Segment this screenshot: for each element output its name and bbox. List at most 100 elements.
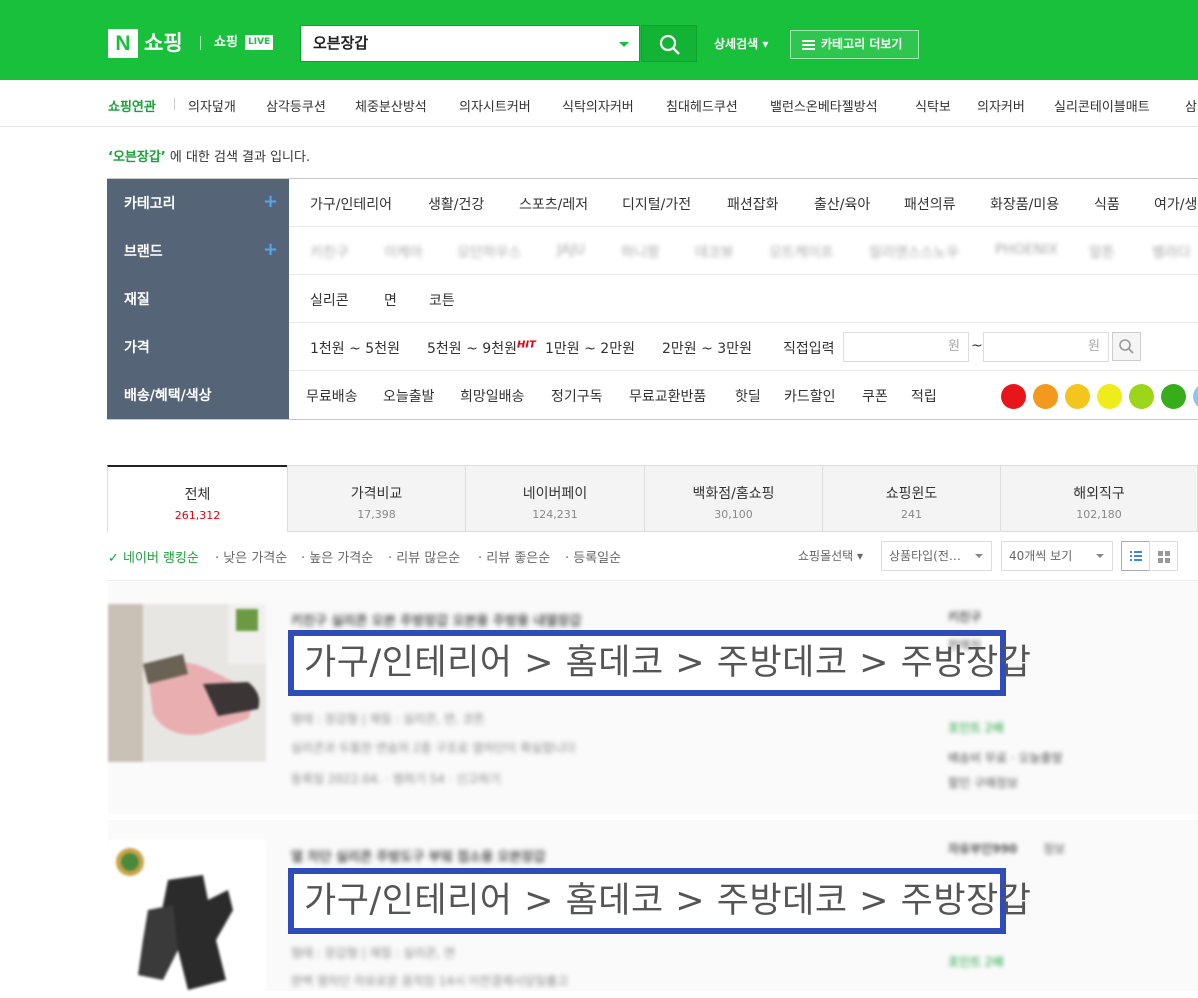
shopping-live-link[interactable]: 쇼핑: [214, 34, 238, 52]
sort-review-score[interactable]: · 리뷰 좋은순: [478, 547, 550, 566]
price-option[interactable]: 5천원 ~ 9천원HIT: [427, 338, 536, 358]
product-thumbnail[interactable]: [108, 840, 266, 998]
delivery-option[interactable]: 정기구독: [551, 386, 603, 406]
material-option[interactable]: 면: [384, 290, 397, 310]
price-search-button[interactable]: [1112, 332, 1141, 361]
mall-name[interactable]: 키친구: [948, 608, 981, 625]
tab-count: 261,312: [174, 509, 221, 522]
brand-option[interactable]: 데코뷰: [695, 242, 734, 262]
list-view-button[interactable]: [1121, 541, 1150, 571]
brand-option[interactable]: 릴리앤스스노우: [869, 242, 959, 262]
mall-name[interactable]: 자유부인990: [948, 840, 1017, 857]
brand-option[interactable]: 모트케이프: [769, 242, 833, 262]
delivery-option[interactable]: 오늘출발: [383, 386, 435, 406]
category-path[interactable]: 가구/인테리어 > 홈데코 > 주방데코 > 주방장갑: [294, 636, 1031, 690]
grid-view-button[interactable]: [1149, 541, 1178, 571]
color-swatch-red[interactable]: [1001, 384, 1026, 409]
category-option[interactable]: 패션의류: [904, 194, 956, 214]
category-option[interactable]: 여가/생: [1154, 194, 1197, 214]
delivery-option[interactable]: 희망일배송: [460, 386, 524, 406]
shopping-logo-text[interactable]: 쇼핑: [144, 30, 183, 56]
live-badge[interactable]: LIVE: [245, 35, 274, 50]
list-icon: [802, 40, 815, 50]
color-swatch-orange[interactable]: [1033, 384, 1058, 409]
category-option[interactable]: 화장품/미용: [990, 194, 1059, 214]
search-button[interactable]: [641, 25, 697, 62]
tab-price-compare[interactable]: 가격비교 17,398: [287, 465, 465, 532]
category-option[interactable]: 디지털/가전: [622, 194, 691, 214]
expand-brand-icon[interactable]: +: [263, 239, 278, 260]
sort-ranking[interactable]: ✓ 네이버 랭킹순: [108, 547, 199, 566]
search-input[interactable]: [313, 34, 603, 54]
related-keyword[interactable]: 의자커버: [977, 96, 1025, 115]
brand-option[interactable]: 키친구: [310, 242, 349, 262]
price-option[interactable]: 1천원 ~ 5천원: [310, 338, 400, 358]
related-keyword[interactable]: 삼각등쿠션: [266, 96, 326, 115]
detail-search-button[interactable]: 상세검색 ▾: [714, 36, 768, 52]
delivery-option[interactable]: 적립: [911, 386, 937, 406]
tab-all[interactable]: 전체 261,312: [107, 465, 287, 532]
sort-review-count[interactable]: · 리뷰 많은순: [388, 547, 460, 566]
chevron-down-icon: [975, 554, 983, 558]
naver-logo-icon[interactable]: N: [108, 29, 138, 58]
tab-naver-pay[interactable]: 네이버페이 124,231: [465, 465, 644, 532]
autocomplete-toggle-icon[interactable]: [619, 42, 629, 47]
expand-category-icon[interactable]: +: [263, 191, 278, 212]
category-option[interactable]: 패션잡화: [727, 194, 779, 214]
per-page-select[interactable]: 40개씩 보기: [1001, 541, 1113, 571]
category-option[interactable]: 식품: [1094, 194, 1120, 214]
related-keyword[interactable]: 삼: [1185, 96, 1197, 115]
brand-option[interactable]: PHOENIX: [995, 242, 1058, 258]
tab-count: 30,100: [714, 508, 753, 521]
product-title[interactable]: 열 차단 실리콘 주방도구 부엌 접소용 오븐장갑: [291, 846, 545, 865]
related-keyword[interactable]: 밸런스온베타젤방석: [770, 96, 878, 115]
material-option[interactable]: 코튼: [429, 290, 455, 310]
tab-label: 가격비교: [350, 486, 403, 502]
delivery-option[interactable]: 쿠폰: [862, 386, 888, 406]
color-swatch-yellow[interactable]: [1097, 384, 1122, 409]
brand-option[interactable]: 벨라다: [1152, 242, 1191, 262]
category-more-button[interactable]: 카테고리 더보기: [790, 30, 919, 59]
delivery-option[interactable]: 핫딜: [735, 386, 761, 406]
color-swatch-amber[interactable]: [1065, 384, 1090, 409]
category-option[interactable]: 출산/육아: [814, 194, 870, 214]
brand-option[interactable]: 하니팡: [621, 242, 660, 262]
brand-option[interactable]: 모던하우스: [457, 242, 521, 262]
sort-low-price[interactable]: · 낮은 가격순: [215, 547, 287, 566]
related-keyword[interactable]: 식탁의자커버: [562, 96, 634, 115]
max-price-input[interactable]: 원: [983, 332, 1109, 362]
sort-date[interactable]: · 등록일순: [565, 547, 621, 566]
category-option[interactable]: 스포츠/레저: [519, 194, 588, 214]
brand-option[interactable]: 알튼: [1089, 242, 1115, 262]
search-icon: [659, 34, 680, 55]
product-thumbnail[interactable]: [108, 604, 266, 762]
color-swatch-green[interactable]: [1161, 384, 1186, 409]
brand-option[interactable]: 이케아: [384, 242, 423, 262]
mall-select[interactable]: 쇼핑몰선택 ▾: [798, 547, 863, 564]
product-title[interactable]: 키친구 실리콘 오븐 주방장갑 오븐용 주방용 내열장갑: [291, 610, 581, 629]
related-keyword[interactable]: 체중분산방석: [355, 96, 427, 115]
sort-high-price[interactable]: · 높은 가격순: [301, 547, 373, 566]
related-keyword[interactable]: 의자덮개: [188, 96, 236, 115]
related-keyword[interactable]: 의자시트커버: [459, 96, 531, 115]
tab-overseas[interactable]: 해외직구 102,180: [1000, 465, 1198, 532]
product-type-select[interactable]: 상품타입(전…: [881, 541, 992, 571]
category-option[interactable]: 생활/건강: [428, 194, 484, 214]
price-option[interactable]: 2만원 ~ 3만원: [662, 338, 752, 358]
price-option[interactable]: 1만원 ~ 2만원: [545, 338, 635, 358]
delivery-option[interactable]: 카드할인: [784, 386, 836, 406]
category-option[interactable]: 가구/인테리어: [310, 194, 392, 214]
delivery-option[interactable]: 무료배송: [306, 386, 358, 406]
related-keyword[interactable]: 식탁보: [915, 96, 951, 115]
color-swatch-sky[interactable]: [1193, 384, 1198, 409]
related-keyword[interactable]: 침대헤드쿠션: [666, 96, 738, 115]
tab-shopping-window[interactable]: 쇼핑윈도 241: [822, 465, 1000, 532]
related-keyword[interactable]: 실리콘테이블매트: [1054, 96, 1150, 115]
category-path[interactable]: 가구/인테리어 > 홈데코 > 주방데코 > 주방장갑: [294, 874, 1031, 928]
material-option[interactable]: 실리콘: [310, 290, 349, 310]
brand-option[interactable]: JAJU: [557, 242, 585, 258]
delivery-option[interactable]: 무료교환반품: [629, 386, 706, 406]
min-price-input[interactable]: 원: [843, 332, 969, 362]
color-swatch-lime[interactable]: [1129, 384, 1154, 409]
tab-department-store[interactable]: 백화점/홈쇼핑 30,100: [644, 465, 822, 532]
